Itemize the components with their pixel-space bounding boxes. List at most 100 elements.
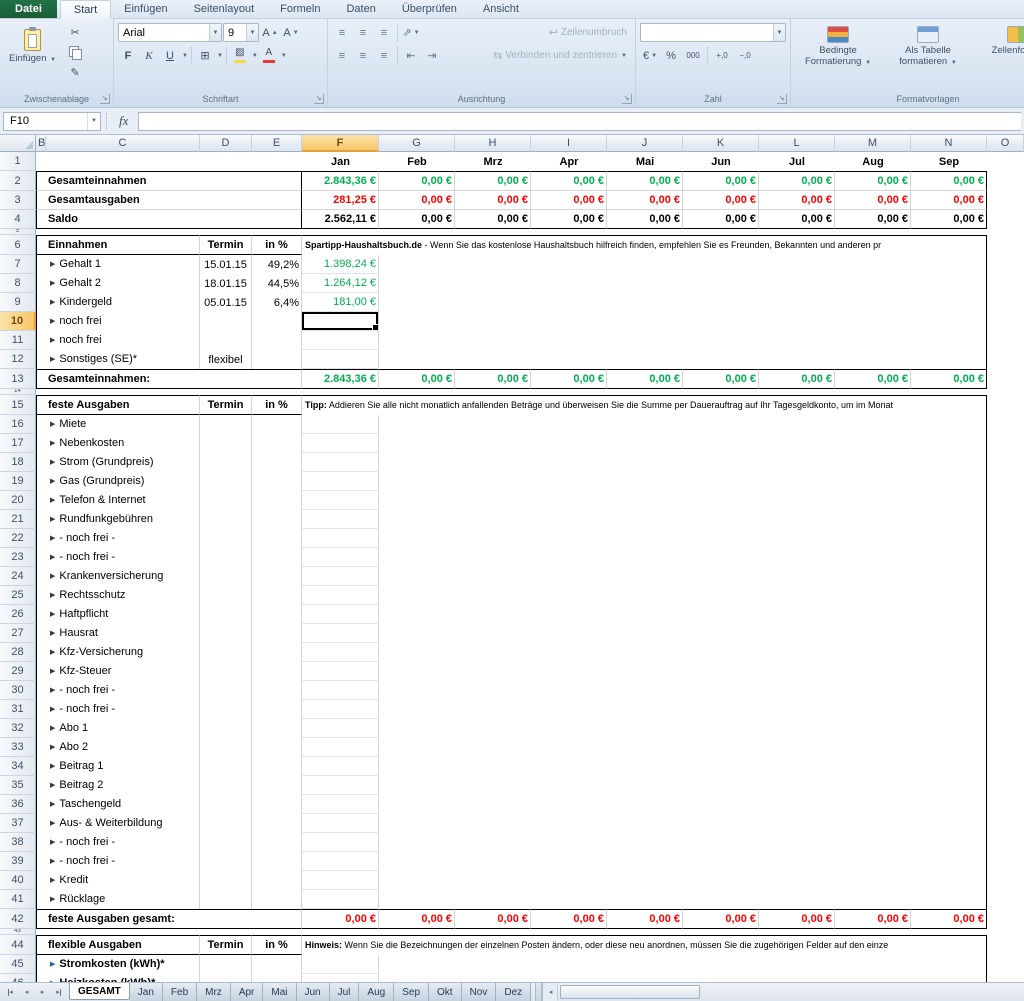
cell-O41[interactable]	[987, 890, 1024, 909]
cell-M39[interactable]	[835, 852, 911, 871]
cell-N26[interactable]	[911, 605, 987, 624]
row-header-22[interactable]: 22	[0, 529, 36, 548]
cell-B36[interactable]	[36, 795, 46, 814]
formula-input[interactable]	[138, 112, 1021, 131]
cell-L20[interactable]	[759, 491, 835, 510]
cell-D15[interactable]: Termin	[200, 395, 252, 415]
cell-M32[interactable]	[835, 719, 911, 738]
sheet-tab-dez[interactable]: Dez	[496, 983, 531, 1001]
cell-H9[interactable]	[455, 293, 531, 312]
cell-I22[interactable]	[531, 529, 607, 548]
cell-K42[interactable]: 0,00 €	[683, 909, 759, 929]
cell-N46[interactable]	[911, 974, 987, 982]
cell-N20[interactable]	[911, 491, 987, 510]
cell-H12[interactable]	[455, 350, 531, 369]
cell-O22[interactable]	[987, 529, 1024, 548]
cell-H19[interactable]	[455, 472, 531, 491]
format-as-table-button[interactable]: Als Tabelleformatieren ▼	[885, 23, 971, 71]
cell-K23[interactable]	[683, 548, 759, 567]
cell-N12[interactable]	[911, 350, 987, 369]
cell-L38[interactable]	[759, 833, 835, 852]
cell-F22[interactable]	[302, 529, 379, 548]
format-painter-button[interactable]: ✎	[65, 63, 85, 82]
cell-D44[interactable]: Termin	[200, 935, 252, 955]
cell-M46[interactable]	[835, 974, 911, 982]
cell-D23[interactable]	[200, 548, 252, 567]
cell-C25[interactable]: ▶Rechtsschutz	[46, 586, 200, 605]
cell-H18[interactable]	[455, 453, 531, 472]
cell-L23[interactable]	[759, 548, 835, 567]
cell-E24[interactable]	[252, 567, 302, 586]
cell-K25[interactable]	[683, 586, 759, 605]
cell-B27[interactable]	[36, 624, 46, 643]
cell-F6[interactable]: Spartipp-Haushaltsbuch.de - Wenn Sie das…	[302, 235, 987, 255]
column-header-O[interactable]: O	[987, 135, 1024, 152]
sheet-tab-feb[interactable]: Feb	[163, 983, 197, 1001]
cell-D12[interactable]: flexibel	[200, 350, 252, 369]
cell-J32[interactable]	[607, 719, 683, 738]
comma-style-button[interactable]: 000	[682, 46, 704, 65]
cell-O8[interactable]	[987, 274, 1024, 293]
row-header-26[interactable]: 26	[0, 605, 36, 624]
cell-J26[interactable]	[607, 605, 683, 624]
row-header-13[interactable]: 13	[0, 369, 36, 389]
cell-D7[interactable]: 15.01.15	[200, 255, 252, 274]
cell-N38[interactable]	[911, 833, 987, 852]
cell-F2[interactable]: 2.843,36 €	[302, 171, 379, 191]
cell-J30[interactable]	[607, 681, 683, 700]
cell-N17[interactable]	[911, 434, 987, 453]
cell-F36[interactable]	[302, 795, 379, 814]
column-header-B[interactable]: B	[36, 135, 46, 152]
cell-N18[interactable]	[911, 453, 987, 472]
decrease-indent-button[interactable]: ⇤	[401, 46, 421, 65]
cell-I8[interactable]	[531, 274, 607, 293]
cell-L9[interactable]	[759, 293, 835, 312]
cell-C38[interactable]: ▶- noch frei -	[46, 833, 200, 852]
cell-L25[interactable]	[759, 586, 835, 605]
cell-D45[interactable]	[200, 955, 252, 974]
conditional-formatting-button[interactable]: BedingteFormatierung ▼	[795, 23, 881, 71]
cell-N32[interactable]	[911, 719, 987, 738]
column-header-J[interactable]: J	[607, 135, 683, 152]
cell-L4[interactable]: 0,00 €	[759, 210, 835, 229]
cell-O19[interactable]	[987, 472, 1024, 491]
cell-O37[interactable]	[987, 814, 1024, 833]
cell-D31[interactable]	[200, 700, 252, 719]
horizontal-scrollbar[interactable]: ◂	[542, 983, 1024, 1001]
cell-B44[interactable]	[36, 935, 46, 955]
last-sheet-button[interactable]: ▸	[51, 987, 66, 997]
cell-B29[interactable]	[36, 662, 46, 681]
borders-dropdown-icon[interactable]: ▼	[217, 53, 223, 59]
row-header-33[interactable]: 33	[0, 738, 36, 757]
cell-L1[interactable]: Jul	[759, 152, 835, 171]
cell-G17[interactable]	[379, 434, 455, 453]
cell-I31[interactable]	[531, 700, 607, 719]
cell-O40[interactable]	[987, 871, 1024, 890]
cell-L26[interactable]	[759, 605, 835, 624]
cell-B23[interactable]	[36, 548, 46, 567]
cell-M28[interactable]	[835, 643, 911, 662]
cell-L35[interactable]	[759, 776, 835, 795]
cell-E36[interactable]	[252, 795, 302, 814]
cell-K36[interactable]	[683, 795, 759, 814]
cell-B38[interactable]	[36, 833, 46, 852]
cell-F29[interactable]	[302, 662, 379, 681]
cell-B46[interactable]	[36, 974, 46, 982]
row-header-6[interactable]: 6	[0, 235, 36, 255]
font-size-dropdown-icon[interactable]: ▼	[246, 24, 258, 41]
cell-E20[interactable]	[252, 491, 302, 510]
cell-O32[interactable]	[987, 719, 1024, 738]
cell-J40[interactable]	[607, 871, 683, 890]
cell-B42[interactable]	[36, 909, 46, 929]
cell-M18[interactable]	[835, 453, 911, 472]
cell-C45[interactable]: ▶Stromkosten (kWh)*	[46, 955, 200, 974]
cell-F11[interactable]	[302, 331, 379, 350]
cell-O23[interactable]	[987, 548, 1024, 567]
cell-H35[interactable]	[455, 776, 531, 795]
sheet-tab-aug[interactable]: Aug	[359, 983, 394, 1001]
font-size-select[interactable]: 9 ▼	[223, 23, 259, 42]
cell-I3[interactable]: 0,00 €	[531, 191, 607, 210]
cell-N2[interactable]: 0,00 €	[911, 171, 987, 191]
cell-D28[interactable]	[200, 643, 252, 662]
cell-C44[interactable]: flexible Ausgaben	[46, 935, 200, 955]
